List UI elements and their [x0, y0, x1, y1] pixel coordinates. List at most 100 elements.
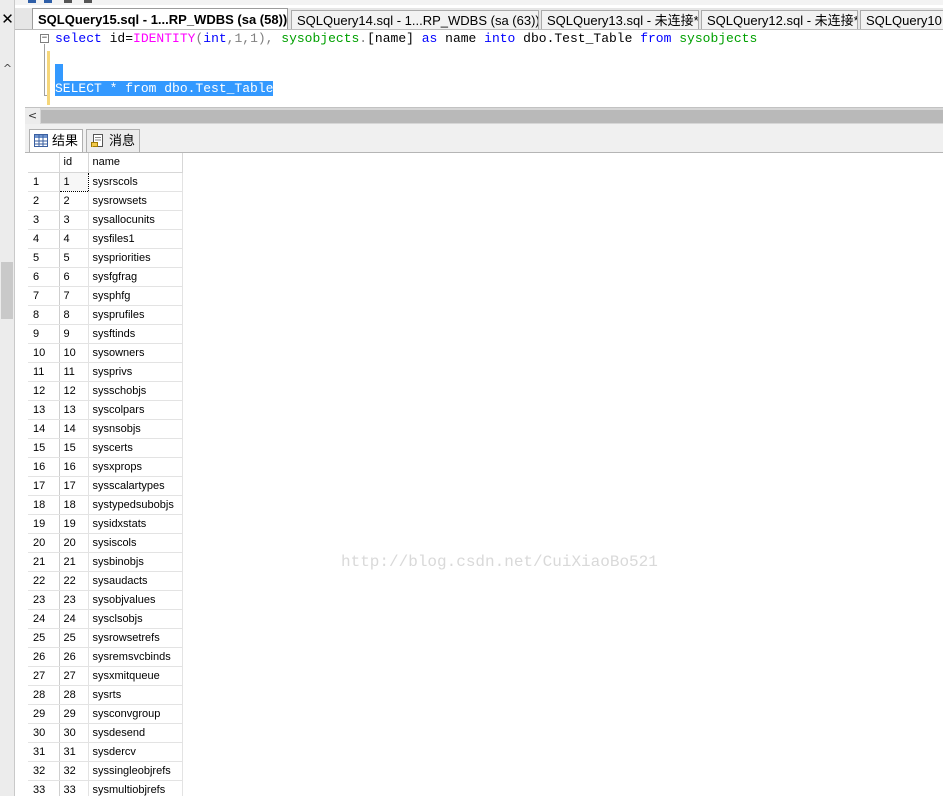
tab-sqlquery12[interactable]: SQLQuery12.sql - 未连接* [701, 10, 858, 29]
row-number-cell[interactable]: 33 [28, 780, 60, 796]
name-cell[interactable]: sysfgfrag [88, 267, 183, 287]
toolbar-icon[interactable] [28, 0, 36, 3]
id-cell[interactable]: 30 [59, 723, 89, 743]
name-cell[interactable]: sysrowsets [88, 191, 183, 211]
id-cell[interactable]: 1 [58, 171, 89, 192]
name-cell[interactable]: sysnsobjs [88, 419, 183, 439]
id-cell[interactable]: 13 [59, 400, 89, 420]
row-number-cell[interactable]: 2 [28, 191, 60, 211]
name-cell[interactable]: sysxmitqueue [88, 666, 183, 686]
name-cell[interactable]: sysxprops [88, 457, 183, 477]
table-row[interactable]: 16 16 sysxprops [28, 457, 183, 477]
name-cell[interactable]: sysowners [88, 343, 183, 363]
tab-results[interactable]: 结果 [29, 129, 84, 152]
id-cell[interactable]: 11 [59, 362, 89, 382]
table-row[interactable]: 21 21 sysbinobjs [28, 552, 183, 572]
row-number-cell[interactable]: 14 [28, 419, 60, 439]
name-cell[interactable]: sysfiles1 [88, 229, 183, 249]
name-cell[interactable]: sysprufiles [88, 305, 183, 325]
id-cell[interactable]: 20 [59, 533, 89, 553]
row-number-cell[interactable]: 16 [28, 457, 60, 477]
row-number-cell[interactable]: 29 [28, 704, 60, 724]
id-cell[interactable]: 23 [59, 590, 89, 610]
id-cell[interactable]: 32 [59, 761, 89, 781]
table-row[interactable]: 5 5 syspriorities [28, 248, 183, 268]
scroll-left-icon[interactable]: < [25, 108, 40, 124]
row-number-cell[interactable]: 8 [28, 305, 60, 325]
row-number-cell[interactable]: 31 [28, 742, 60, 762]
name-cell[interactable]: sysrts [88, 685, 183, 705]
sql-editor[interactable]: − select id=IDENTITY(int,1,1), sysobject… [25, 31, 943, 107]
id-cell[interactable]: 26 [59, 647, 89, 667]
row-number-cell[interactable]: 3 [28, 210, 60, 230]
id-cell[interactable]: 22 [59, 571, 89, 591]
row-number-cell[interactable]: 30 [28, 723, 60, 743]
row-number-cell[interactable]: 26 [28, 647, 60, 667]
table-row[interactable]: 18 18 systypedsubobjs [28, 495, 183, 515]
toolbar-icon[interactable] [64, 0, 72, 3]
table-row[interactable]: 28 28 sysrts [28, 685, 183, 705]
id-cell[interactable]: 27 [59, 666, 89, 686]
vertical-scroll-thumb[interactable] [1, 262, 13, 319]
close-icon[interactable]: ✕ [0, 10, 15, 28]
row-number-header[interactable] [28, 153, 60, 173]
id-cell[interactable]: 12 [59, 381, 89, 401]
collapse-icon[interactable]: − [40, 34, 49, 43]
table-row[interactable]: 32 32 syssingleobjrefs [28, 761, 183, 781]
tab-messages[interactable]: 消息 [86, 129, 141, 152]
tab-sqlquery15[interactable]: SQLQuery15.sql - 1...RP_WDBS (sa (58))* [32, 8, 288, 29]
table-row[interactable]: 14 14 sysnsobjs [28, 419, 183, 439]
table-row[interactable]: 23 23 sysobjvalues [28, 590, 183, 610]
name-cell[interactable]: sysallocunits [88, 210, 183, 230]
row-number-cell[interactable]: 28 [28, 685, 60, 705]
toolbar-icon[interactable] [84, 0, 92, 3]
name-cell[interactable]: sysschobjs [88, 381, 183, 401]
table-row[interactable]: 26 26 sysremsvcbinds [28, 647, 183, 667]
id-cell[interactable]: 31 [59, 742, 89, 762]
tab-sqlquery14[interactable]: SQLQuery14.sql - 1...RP_WDBS (sa (63))* [291, 10, 539, 29]
name-cell[interactable]: syssingleobjrefs [88, 761, 183, 781]
id-cell[interactable]: 3 [59, 210, 89, 230]
code-line-select[interactable]: SELECT * from dbo.Test_Table [55, 81, 274, 97]
id-cell[interactable]: 7 [59, 286, 89, 306]
table-row[interactable]: 29 29 sysconvgroup [28, 704, 183, 724]
id-cell[interactable]: 9 [59, 324, 89, 344]
table-row[interactable]: 11 11 sysprivs [28, 362, 183, 382]
name-cell[interactable]: sysrowsetrefs [88, 628, 183, 648]
name-cell[interactable]: sysconvgroup [88, 704, 183, 724]
horizontal-scrollbar[interactable]: < [25, 107, 943, 124]
row-number-cell[interactable]: 15 [28, 438, 60, 458]
id-cell[interactable]: 25 [59, 628, 89, 648]
chevron-up-icon[interactable]: ^ [0, 62, 15, 76]
name-cell[interactable]: sysbinobjs [88, 552, 183, 572]
row-number-cell[interactable]: 25 [28, 628, 60, 648]
tab-sqlquery13[interactable]: SQLQuery13.sql - 未连接* [541, 10, 699, 29]
id-cell[interactable]: 29 [59, 704, 89, 724]
id-cell[interactable]: 10 [59, 343, 89, 363]
row-number-cell[interactable]: 22 [28, 571, 60, 591]
table-row[interactable]: 17 17 sysscalartypes [28, 476, 183, 496]
id-cell[interactable]: 15 [59, 438, 89, 458]
id-cell[interactable]: 17 [59, 476, 89, 496]
name-cell[interactable]: syspriorities [88, 248, 183, 268]
name-cell[interactable]: sysaudacts [88, 571, 183, 591]
column-header-name[interactable]: name [88, 153, 183, 173]
table-row[interactable]: 13 13 syscolpars [28, 400, 183, 420]
row-number-cell[interactable]: 17 [28, 476, 60, 496]
table-row[interactable]: 2 2 sysrowsets [28, 191, 183, 211]
table-row[interactable]: 24 24 sysclsobjs [28, 609, 183, 629]
row-number-cell[interactable]: 4 [28, 229, 60, 249]
table-row[interactable]: 6 6 sysfgfrag [28, 267, 183, 287]
id-cell[interactable]: 18 [59, 495, 89, 515]
row-number-cell[interactable]: 11 [28, 362, 60, 382]
row-number-cell[interactable]: 20 [28, 533, 60, 553]
row-number-cell[interactable]: 27 [28, 666, 60, 686]
row-number-cell[interactable]: 12 [28, 381, 60, 401]
table-row[interactable]: 3 3 sysallocunits [28, 210, 183, 230]
id-cell[interactable]: 33 [59, 780, 89, 796]
table-row[interactable]: 7 7 sysphfg [28, 286, 183, 306]
row-number-cell[interactable]: 1 [28, 172, 60, 192]
name-cell[interactable]: sysrscols [88, 172, 183, 192]
row-number-cell[interactable]: 23 [28, 590, 60, 610]
name-cell[interactable]: sysremsvcbinds [88, 647, 183, 667]
